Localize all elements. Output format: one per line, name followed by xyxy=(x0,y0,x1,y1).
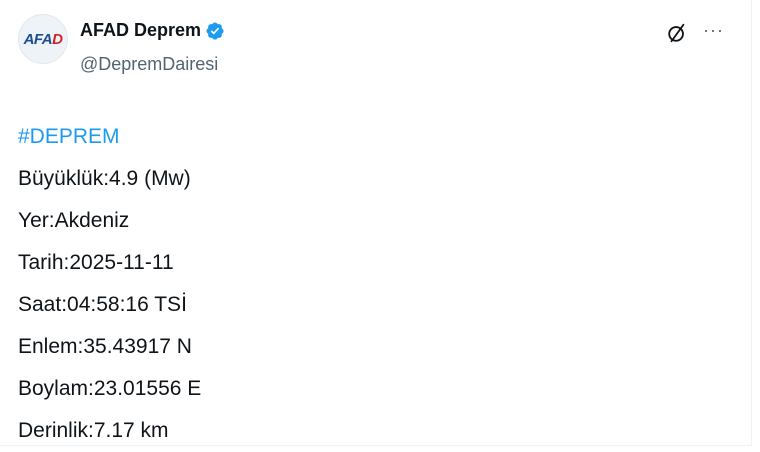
grok-icon[interactable] xyxy=(666,22,688,44)
post-line-depth: Derinlik:7.17 km xyxy=(18,419,169,442)
post-line-location: Yer:Akdeniz xyxy=(18,209,130,232)
hashtag-link[interactable]: #DEPREM xyxy=(18,116,201,158)
post-line-time: Saat:04:58:16 TSİ xyxy=(18,293,187,316)
post-header: AFAD AFAD Deprem @DepremDairesi ··· xyxy=(18,14,738,84)
more-options-icon[interactable]: ··· xyxy=(703,20,724,41)
avatar[interactable]: AFAD xyxy=(18,14,68,64)
post-line-date: Tarih:2025-11-11 xyxy=(18,251,174,274)
post-line-longitude: Boylam:23.01556 E xyxy=(18,377,202,400)
name-row: AFAD Deprem xyxy=(80,20,225,41)
account-handle[interactable]: @DepremDairesi xyxy=(80,54,218,75)
post-text: #DEPREM Büyüklük:4.9 (Mw) Yer:Akdeniz Ta… xyxy=(18,116,201,452)
post-line-magnitude: Büyüklük:4.9 (Mw) xyxy=(18,167,191,190)
afad-logo: AFAD xyxy=(23,30,63,48)
display-name[interactable]: AFAD Deprem xyxy=(80,20,201,41)
post-line-latitude: Enlem:35.43917 N xyxy=(18,335,192,358)
post-card[interactable]: AFAD AFAD Deprem @DepremDairesi ··· #DEP… xyxy=(0,0,752,446)
verified-badge-icon xyxy=(206,21,224,40)
